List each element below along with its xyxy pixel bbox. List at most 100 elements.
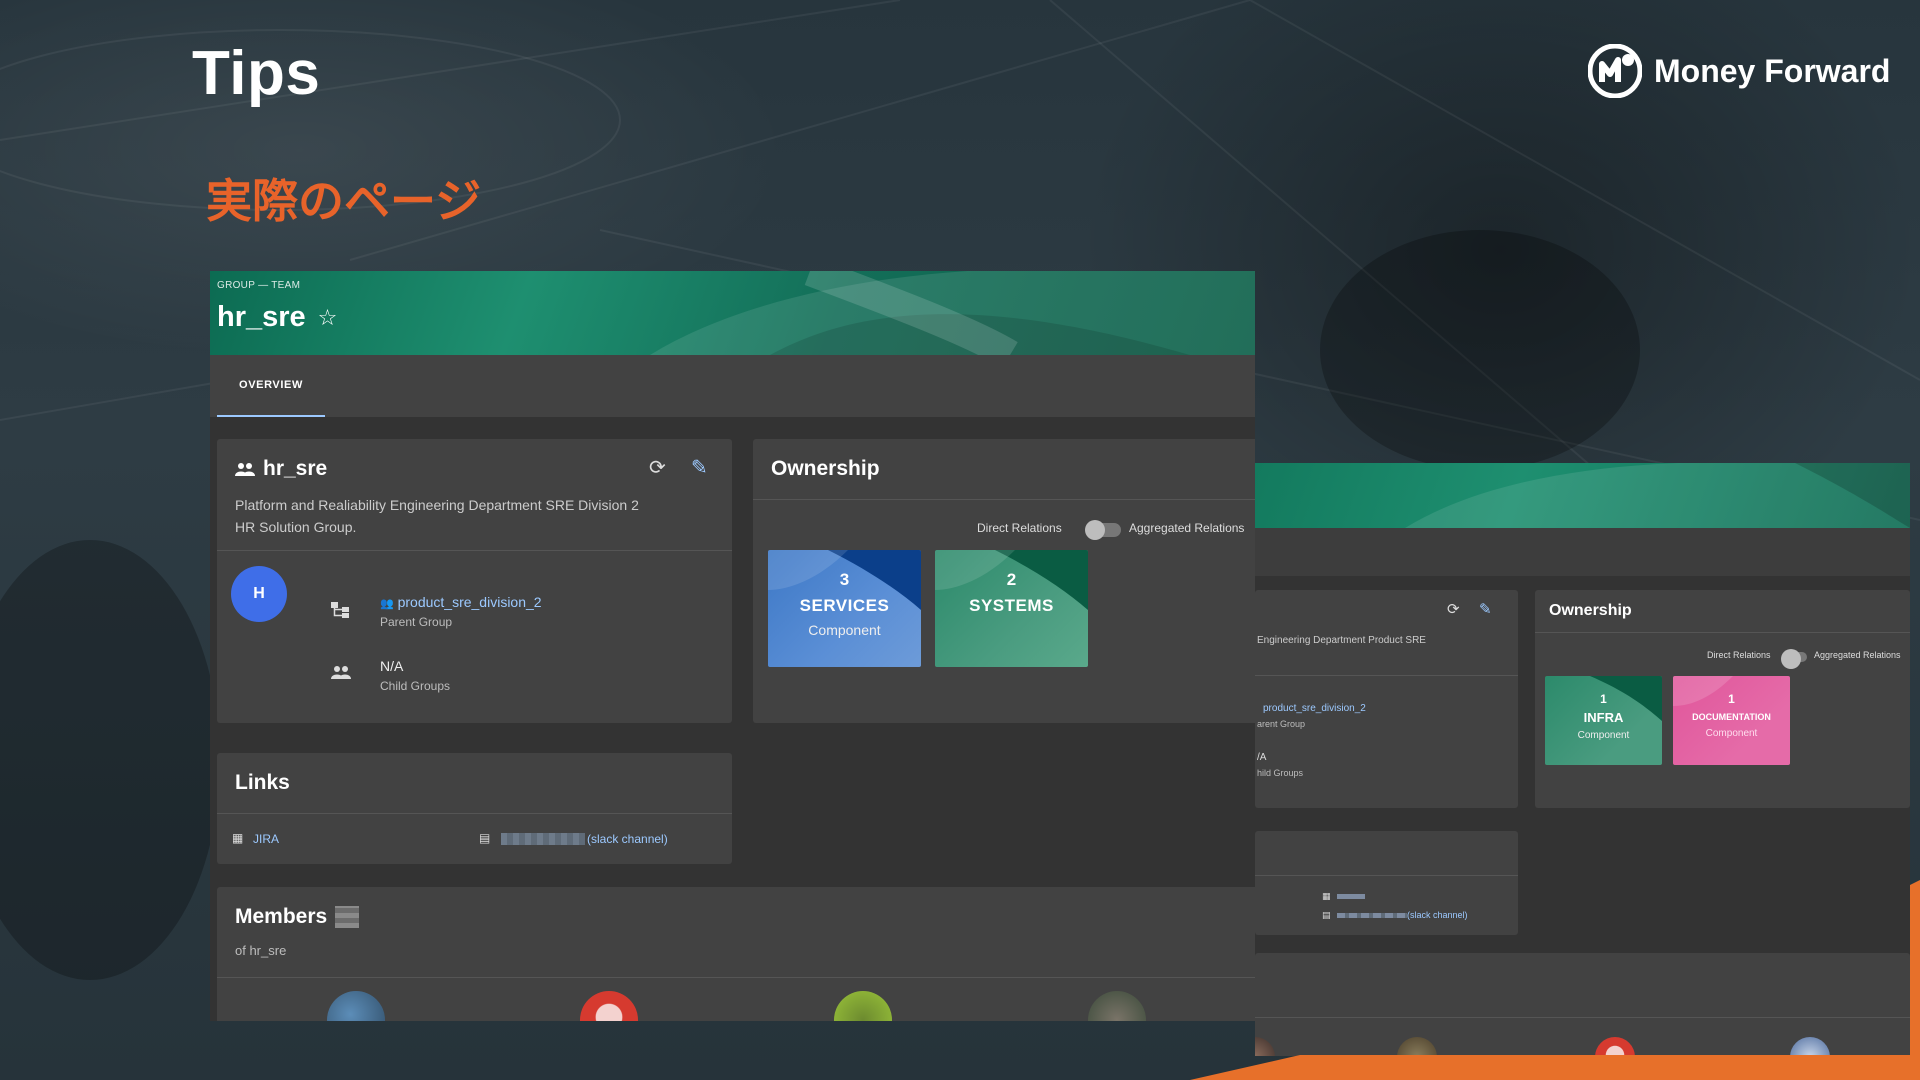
tile-count: 1 xyxy=(1728,692,1735,706)
member-avatar[interactable] xyxy=(1595,1037,1635,1056)
avatar-letter: H xyxy=(253,585,265,602)
small-group-icon: 👥 xyxy=(380,598,394,610)
page-title: hr_sre ☆ xyxy=(217,301,337,334)
second-link-slack-channel[interactable]: (slack channel) xyxy=(1407,910,1468,920)
child-groups-value: N/A xyxy=(380,658,404,674)
refresh-icon[interactable]: ⟳ xyxy=(649,455,666,480)
second-parent-group-label: arent Group xyxy=(1257,719,1306,729)
divider xyxy=(217,813,732,814)
header-wave-decoration xyxy=(650,271,1255,355)
second-ownership-card: Ownership Direct Relations Aggregated Re… xyxy=(1535,590,1910,808)
second-parent-group-link[interactable]: product_sre_division_2 xyxy=(1263,703,1366,714)
tile-kind: Component xyxy=(808,622,881,638)
second-child-groups-label: hild Groups xyxy=(1257,768,1304,778)
tile-name: SYSTEMS xyxy=(969,596,1054,615)
hierarchy-icon xyxy=(331,602,349,618)
links-card: Links ▦ JIRA ▤ (slack channel) xyxy=(217,753,732,864)
divider xyxy=(1255,875,1518,876)
chat-icon: ▤ xyxy=(479,831,491,845)
second-child-groups-value: /A xyxy=(1257,752,1267,763)
edit-icon[interactable]: ✎ xyxy=(691,455,708,480)
members-subtitle: of hr_sre xyxy=(235,943,287,958)
star-icon[interactable]: ☆ xyxy=(318,305,338,331)
second-ownership-title: Ownership xyxy=(1549,602,1632,619)
second-page-screenshot: ⟳ ✎ Engineering Department Product SRE p… xyxy=(1255,463,1910,1056)
second-toggle-left-label: Direct Relations xyxy=(1707,650,1771,660)
group-card-title: hr_sre xyxy=(235,457,327,481)
second-toggle-right-label: Aggregated Relations xyxy=(1814,650,1901,660)
member-avatar[interactable] xyxy=(327,991,385,1021)
second-page-header xyxy=(1255,463,1910,528)
link-slack-channel[interactable]: (slack channel) xyxy=(587,832,668,846)
tile-name: INFRA xyxy=(1583,710,1624,725)
tile-count: 1 xyxy=(1600,692,1607,706)
second-tab-bar xyxy=(1255,528,1910,576)
header-wave-decoration xyxy=(1405,463,1910,528)
member-avatar[interactable] xyxy=(1255,1037,1275,1056)
parent-group-value[interactable]: 👥 product_sre_division_2 xyxy=(380,594,542,610)
parent-group-link[interactable]: product_sre_division_2 xyxy=(398,594,542,610)
parent-group-label: Parent Group xyxy=(380,615,453,629)
edit-icon[interactable]: ✎ xyxy=(1479,600,1492,618)
ownership-title: Ownership xyxy=(771,457,880,480)
brand-logo: Money Forward xyxy=(1588,44,1890,98)
tab-bar: OVERVIEW xyxy=(210,355,1255,417)
slide-subtitle: 実際のページ xyxy=(206,174,482,228)
member-avatar[interactable] xyxy=(1397,1037,1437,1056)
dashboard-icon: ▦ xyxy=(1322,891,1331,901)
redacted-count xyxy=(335,906,360,928)
group-name: hr_sre xyxy=(263,457,328,480)
dashboard-icon: ▦ xyxy=(232,831,244,845)
divider xyxy=(217,977,1255,978)
divider xyxy=(1255,1017,1910,1018)
refresh-icon[interactable]: ⟳ xyxy=(1447,600,1460,618)
divider xyxy=(217,550,732,551)
divider xyxy=(1255,675,1518,676)
group-profile-card: hr_sre ⟳ ✎ Platform and Realiability Eng… xyxy=(217,439,732,723)
ownership-tile-infra[interactable]: 1 INFRA Component xyxy=(1545,676,1662,765)
tile-kind: Component xyxy=(1705,728,1758,739)
second-description: Engineering Department Product SRE xyxy=(1257,635,1426,646)
ownership-card: Ownership Direct Relations Aggregated Re… xyxy=(753,439,1255,723)
second-relations-toggle[interactable] xyxy=(1781,649,1807,669)
links-title: Links xyxy=(235,771,290,794)
child-groups-icon xyxy=(331,666,351,679)
group-description: Platform and Realiability Engineering De… xyxy=(235,497,639,535)
redacted-block xyxy=(1337,894,1365,899)
member-avatar[interactable] xyxy=(580,991,638,1021)
member-avatar[interactable] xyxy=(1790,1037,1830,1056)
tile-count: 2 xyxy=(1006,570,1017,589)
page-title-text: hr_sre xyxy=(217,301,306,333)
tile-name: DOCUMENTATION xyxy=(1692,712,1771,722)
tile-kind: Component xyxy=(1577,730,1630,741)
member-avatar[interactable] xyxy=(834,991,892,1021)
ownership-tile-documentation[interactable]: 1 DOCUMENTATION Component xyxy=(1673,676,1790,765)
entity-kind-label: GROUP — TEAM xyxy=(217,280,301,291)
second-links-card: ▦ ▤ (slack channel) xyxy=(1255,831,1518,935)
link-jira[interactable]: JIRA xyxy=(253,832,279,846)
second-members-card xyxy=(1255,953,1910,1056)
group-icon xyxy=(235,463,255,476)
members-card: Members of hr_sre xyxy=(217,887,1255,1021)
brand-name: Money Forward xyxy=(1654,52,1891,89)
members-title: Members xyxy=(235,905,328,928)
toggle-left-label: Direct Relations xyxy=(977,521,1062,535)
toggle-right-label: Aggregated Relations xyxy=(1129,521,1245,535)
member-avatar[interactable] xyxy=(1088,991,1146,1021)
money-forward-logo-icon xyxy=(1588,44,1642,98)
avatar: H xyxy=(231,566,287,622)
tile-count: 3 xyxy=(839,570,850,589)
slide-title: Tips xyxy=(192,39,321,108)
divider xyxy=(753,499,1255,500)
divider xyxy=(1535,632,1910,633)
members-header: Members xyxy=(235,905,360,929)
tab-overview[interactable]: OVERVIEW xyxy=(217,355,325,417)
ownership-tile-services[interactable]: 3 SERVICES Component xyxy=(768,550,921,667)
second-group-card: ⟳ ✎ Engineering Department Product SRE p… xyxy=(1255,590,1518,808)
catalog-page-screenshot: GROUP — TEAM hr_sre ☆ OVERVIEW hr_sre ⟳ … xyxy=(210,271,1255,1021)
redacted-block xyxy=(501,833,585,845)
chat-icon: ▤ xyxy=(1322,910,1331,920)
redacted-block xyxy=(1337,913,1407,918)
ownership-tile-systems[interactable]: 2 SYSTEMS xyxy=(935,550,1088,667)
relations-toggle[interactable] xyxy=(1085,520,1121,540)
